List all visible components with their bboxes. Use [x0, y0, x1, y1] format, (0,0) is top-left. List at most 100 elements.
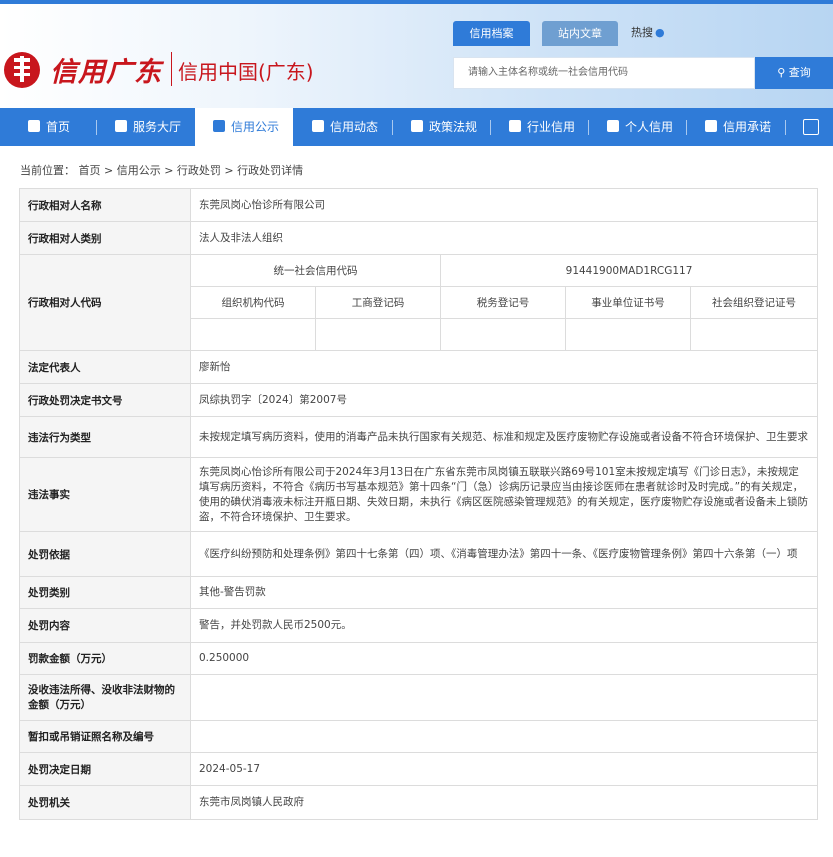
penalty-basis: 《医疗纠纷预防和处理条例》第四十七条第（四）项、《消毒管理办法》第四十一条、《医…	[189, 531, 819, 577]
row-label: 处罚内容	[19, 608, 191, 643]
penalty-authority: 东莞市凤岗镇人民政府	[189, 785, 819, 820]
entity-name: 东莞凤岗心怡诊所有限公司	[189, 188, 819, 222]
nav-item-label: 信用动态	[330, 120, 379, 134]
nav-item-home[interactable]: 首页	[28, 108, 70, 146]
nav-separator	[392, 120, 393, 135]
nav-item-policy[interactable]: 政策法规	[411, 108, 477, 146]
fine-amount: 0.250000	[189, 642, 819, 675]
nav-item-label: 信用承诺	[723, 120, 772, 134]
hot-search-link[interactable]: 热搜 ●	[631, 24, 665, 40]
row-label: 处罚机关	[19, 785, 191, 820]
search-button-label: 查询	[788, 66, 811, 79]
table-row: 行政处罚决定书文号 凤综执罚字〔2024〕第2007号	[19, 383, 819, 417]
logo-divider	[171, 52, 172, 86]
table-row: 罚款金额（万元） 0.250000	[19, 642, 819, 675]
row-label: 处罚类别	[19, 576, 191, 609]
main-nav: 首页 服务大厅 信用公示 信用动态 政策法规 行业信用 个人信用 信用承诺	[0, 108, 833, 146]
breadcrumb: 当前位置： 首页 > 信用公示 > 行政处罚 > 行政处罚详情	[20, 164, 304, 177]
news-icon	[312, 120, 324, 132]
confiscation-amount	[189, 674, 819, 721]
social-org-reg-value	[689, 318, 819, 351]
penalty-category: 其他-警告罚款	[189, 576, 819, 609]
nav-separator	[96, 120, 97, 135]
decision-doc-number: 凤综执罚字〔2024〕第2007号	[189, 383, 819, 417]
nav-item-personal-credit[interactable]: 个人信用	[607, 108, 673, 146]
penalty-content: 警告，并处罚款人民币2500元。	[189, 608, 819, 643]
row-label: 暂扣或吊销证照名称及编号	[19, 720, 191, 753]
hot-search-label: 热搜	[631, 26, 653, 39]
nav-item-label: 政策法规	[429, 120, 478, 134]
nav-item-label: 信用公示	[231, 120, 280, 134]
row-label: 处罚决定日期	[19, 752, 191, 786]
grid-icon	[115, 120, 127, 132]
nav-separator	[490, 120, 491, 135]
nav-item-label: 个人信用	[625, 120, 674, 134]
decision-date: 2024-05-17	[189, 752, 819, 786]
uscc-value: 91441900MAD1RCG117	[439, 254, 819, 287]
search-input[interactable]: 请输入主体名称或统一社会信用代码	[453, 57, 755, 89]
nav-item-service-hall[interactable]: 服务大厅	[115, 108, 181, 146]
nav-item-label: 行业信用	[527, 120, 576, 134]
violation-facts: 东莞凤岗心怡诊所有限公司于2024年3月13日在广东省东莞市凤岗镇五联联兴路69…	[189, 457, 819, 532]
row-label: 违法事实	[19, 457, 191, 532]
expand-icon[interactable]	[803, 119, 819, 135]
table-row: 行政相对人代码 统一社会信用代码 91441900MAD1RCG117	[19, 254, 819, 351]
row-label: 没收违法所得、没收非法财物的金额（万元）	[19, 674, 191, 721]
header-top-line	[0, 0, 833, 4]
penalty-detail-table: 行政相对人名称 东莞凤岗心怡诊所有限公司 行政相对人类别 法人及非法人组织 行政…	[19, 188, 819, 820]
institution-cert-value	[565, 318, 691, 351]
table-row: 违法事实 东莞凤岗心怡诊所有限公司于2024年3月13日在广东省东莞市凤岗镇五联…	[19, 457, 819, 532]
row-label: 行政相对人名称	[19, 188, 191, 222]
nav-separator	[785, 120, 786, 135]
search-button[interactable]: ⚲ 查询	[755, 57, 833, 89]
table-row: 处罚内容 警告，并处罚款人民币2500元。	[19, 608, 819, 643]
institution-cert-label: 事业单位证书号	[565, 286, 691, 319]
nav-item-credit-commitment[interactable]: 信用承诺	[705, 108, 771, 146]
id-card-icon	[607, 120, 619, 132]
credit-logo-icon	[4, 52, 40, 88]
business-reg-label: 工商登记码	[315, 286, 441, 319]
nav-item-credit-disclosure[interactable]: 信用公示	[195, 108, 293, 146]
flame-icon: ●	[655, 26, 665, 39]
violation-type: 未按规定填写病历资料，使用的消毒产品未执行国家有关规范、标准和规定及医疗废物贮存…	[189, 416, 819, 458]
legal-representative: 廖新怡	[189, 350, 819, 384]
site-header: 信用广东 信用中国(广东) 信用档案 站内文章 热搜 ● 请输入主体名称或统一社会…	[0, 0, 833, 108]
uscc-label: 统一社会信用代码	[190, 254, 441, 287]
table-row: 处罚决定日期 2024-05-17	[19, 752, 819, 786]
home-icon	[28, 120, 40, 132]
nav-item-industry-credit[interactable]: 行业信用	[509, 108, 575, 146]
social-org-reg-label: 社会组织登记证号	[689, 286, 819, 319]
row-label: 行政相对人代码	[19, 254, 191, 351]
building-icon	[509, 120, 521, 132]
nav-separator	[588, 120, 589, 135]
entity-type: 法人及非法人组织	[189, 221, 819, 255]
row-label: 处罚依据	[19, 531, 191, 577]
table-row: 暂扣或吊销证照名称及编号	[19, 720, 819, 753]
nav-item-label: 服务大厅	[133, 120, 182, 134]
tax-reg-value	[440, 318, 566, 351]
row-label: 行政处罚决定书文号	[19, 383, 191, 417]
search-icon: ⚲	[777, 66, 786, 79]
row-label: 法定代表人	[19, 350, 191, 384]
tax-reg-label: 税务登记号	[440, 286, 566, 319]
tab-site-articles[interactable]: 站内文章	[542, 21, 618, 46]
table-row: 违法行为类型 未按规定填写病历资料，使用的消毒产品未执行国家有关规范、标准和规定…	[19, 416, 819, 458]
nav-separator	[686, 120, 687, 135]
tab-credit-archive[interactable]: 信用档案	[453, 21, 530, 46]
table-row: 处罚类别 其他-警告罚款	[19, 576, 819, 609]
table-row: 行政相对人名称 东莞凤岗心怡诊所有限公司	[19, 188, 819, 222]
site-logo-subtitle[interactable]: 信用中国(广东)	[178, 56, 314, 85]
row-label: 行政相对人类别	[19, 221, 191, 255]
table-row: 行政相对人类别 法人及非法人组织	[19, 221, 819, 255]
row-label: 罚款金额（万元）	[19, 642, 191, 675]
site-logo-text[interactable]: 信用广东	[50, 50, 162, 89]
nav-item-credit-news[interactable]: 信用动态	[312, 108, 378, 146]
table-row: 法定代表人 廖新怡	[19, 350, 819, 384]
org-code-value	[190, 318, 316, 351]
shield-icon	[705, 120, 717, 132]
nav-item-label: 首页	[46, 120, 71, 134]
org-code-label: 组织机构代码	[190, 286, 316, 319]
book-icon	[411, 120, 423, 132]
row-label: 违法行为类型	[19, 416, 191, 458]
table-row: 处罚机关 东莞市凤岗镇人民政府	[19, 785, 819, 820]
